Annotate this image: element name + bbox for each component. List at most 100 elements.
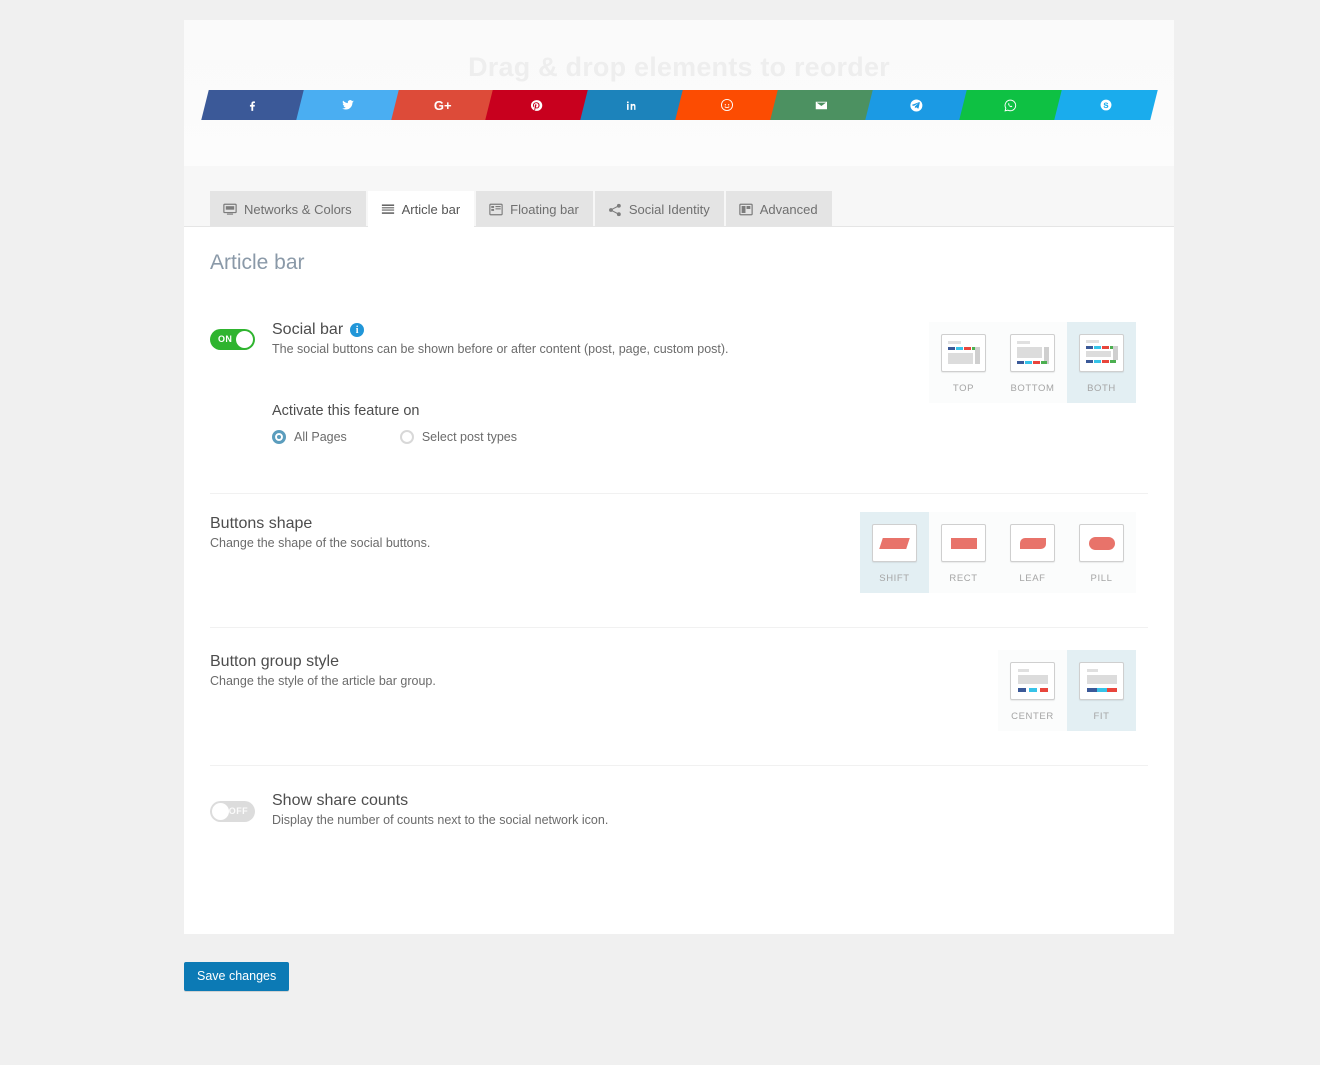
facebook-icon [246, 99, 259, 112]
envelope-icon [814, 98, 829, 113]
social-button-linkedin[interactable] [580, 90, 684, 120]
activate-feature-radios: All Pages Select post types [272, 430, 517, 444]
section-divider [210, 765, 1148, 766]
shape-label: LEAF [1019, 573, 1046, 584]
floating-bar-icon [489, 203, 503, 217]
tab-list: Networks & Colors Article bar Floating b… [210, 191, 832, 227]
group-style-option-center[interactable]: CENTER [998, 650, 1067, 731]
position-thumbnail-both [1079, 334, 1124, 372]
tab-label: Networks & Colors [244, 202, 352, 217]
position-option-both[interactable]: BOTH [1067, 322, 1136, 403]
pinterest-icon [531, 99, 544, 112]
tab-social-identity[interactable]: Social Identity [594, 191, 724, 226]
save-changes-button[interactable]: Save changes [184, 962, 290, 991]
section-divider [210, 493, 1148, 494]
linkedin-icon [626, 99, 639, 112]
social-button-whatsapp[interactable] [959, 90, 1063, 120]
position-option-bottom[interactable]: BOTTOM [998, 322, 1067, 403]
tab-label: Floating bar [510, 202, 579, 217]
radio-all-pages[interactable]: All Pages [272, 430, 347, 444]
shape-thumbnail-leaf [1010, 524, 1055, 562]
google-plus-icon: G+ [433, 97, 452, 113]
shape-label: PILL [1090, 573, 1113, 584]
settings-card: Drag & drop elements to reorder G+ Netwo… [184, 20, 1174, 934]
tab-floating-bar[interactable]: Floating bar [476, 191, 593, 226]
shape-thumbnail-shift [872, 524, 917, 562]
twitter-icon [341, 98, 355, 112]
social-button-facebook[interactable] [201, 90, 305, 120]
social-bar-title: Social bar [272, 321, 344, 338]
shape-option-leaf[interactable]: LEAF [998, 512, 1067, 593]
shape-label: SHIFT [879, 573, 910, 584]
social-buttons-strip[interactable]: G+ [201, 90, 1158, 120]
shape-option-rect[interactable]: RECT [929, 512, 998, 593]
position-thumbnail-bottom [1010, 334, 1055, 372]
social-button-email[interactable] [770, 90, 874, 120]
social-bar-text: Social bar i The social buttons can be s… [272, 321, 952, 356]
social-button-skype[interactable] [1054, 90, 1158, 120]
radio-dot [272, 430, 286, 444]
buttons-shape-text: Buttons shape Change the shape of the so… [210, 515, 810, 550]
social-button-google-plus[interactable]: G+ [390, 90, 495, 120]
tab-advanced[interactable]: Advanced [725, 191, 832, 226]
tab-article-bar[interactable]: Article bar [367, 191, 475, 227]
shape-label: RECT [949, 573, 978, 584]
telegram-icon [909, 98, 924, 113]
whatsapp-icon [1004, 98, 1019, 113]
group-style-label: FIT [1093, 711, 1110, 722]
social-bar-toggle[interactable]: ON [210, 329, 255, 355]
social-bar-toggle-label: ON [218, 334, 233, 344]
section-share-counts: OFF Show share counts Display the number… [210, 784, 1148, 854]
plugin-settings-page: Drag & drop elements to reorder G+ Netwo… [0, 0, 1320, 1065]
button-group-style-options: CENTER FIT [998, 650, 1136, 731]
button-group-style-title: Button group style [210, 653, 339, 670]
position-option-top[interactable]: TOP [929, 322, 998, 403]
button-group-style-text: Button group style Change the style of t… [210, 653, 810, 688]
social-button-telegram[interactable] [864, 90, 969, 120]
position-label: BOTH [1087, 383, 1116, 394]
page-title: Article bar [210, 251, 305, 274]
section-button-group-style: Button group style Change the style of t… [210, 646, 1148, 766]
section-divider [210, 627, 1148, 628]
tab-networks-colors[interactable]: Networks & Colors [210, 191, 366, 226]
radio-label: All Pages [294, 430, 347, 444]
reorder-header: Drag & drop elements to reorder G+ [184, 20, 1174, 166]
buttons-shape-title: Buttons shape [210, 515, 313, 532]
share-counts-title: Show share counts [272, 792, 409, 809]
shape-thumbnail-pill [1079, 524, 1124, 562]
tab-label: Advanced [759, 202, 818, 217]
section-buttons-shape: Buttons shape Change the shape of the so… [210, 508, 1148, 628]
buttons-shape-description: Change the shape of the social buttons. [210, 536, 431, 550]
shape-option-shift[interactable]: SHIFT [860, 512, 929, 593]
reorder-title: Drag & drop elements to reorder [468, 52, 890, 82]
monitor-icon [223, 203, 237, 217]
share-counts-description: Display the number of counts next to the… [272, 813, 609, 827]
social-button-twitter[interactable] [296, 90, 400, 120]
social-bar-title-row: Social bar i [272, 321, 952, 339]
button-group-style-description: Change the style of the article bar grou… [210, 674, 436, 688]
radio-select-post-types[interactable]: Select post types [399, 430, 517, 444]
group-style-option-fit[interactable]: FIT [1067, 650, 1136, 731]
buttons-shape-options: SHIFT RECT LEAF PILL [860, 512, 1136, 593]
social-button-pinterest[interactable] [485, 90, 589, 120]
group-style-thumbnail-center [1010, 662, 1055, 700]
reddit-icon [720, 98, 734, 112]
radio-dot [399, 430, 414, 444]
info-icon[interactable]: i [350, 323, 365, 337]
position-label: TOP [952, 383, 975, 394]
skype-icon [1099, 98, 1113, 112]
share-icon [608, 203, 622, 217]
toggle-knob [212, 803, 229, 820]
tab-label: Social Identity [628, 202, 710, 217]
tab-strip: Networks & Colors Article bar Floating b… [184, 166, 1174, 227]
tab-label: Article bar [401, 202, 461, 217]
settings-body: Article bar ON Social bar i The social b… [184, 227, 1174, 934]
share-counts-text: Show share counts Display the number of … [272, 792, 972, 827]
social-button-reddit[interactable] [675, 90, 779, 120]
shape-option-pill[interactable]: PILL [1067, 512, 1136, 593]
shape-thumbnail-rect [941, 524, 986, 562]
share-counts-toggle-label: OFF [228, 806, 248, 816]
section-social-bar: ON Social bar i The social buttons can b… [210, 317, 1148, 494]
share-counts-toggle[interactable]: OFF [210, 801, 255, 827]
activate-feature-label: Activate this feature on [272, 403, 420, 419]
